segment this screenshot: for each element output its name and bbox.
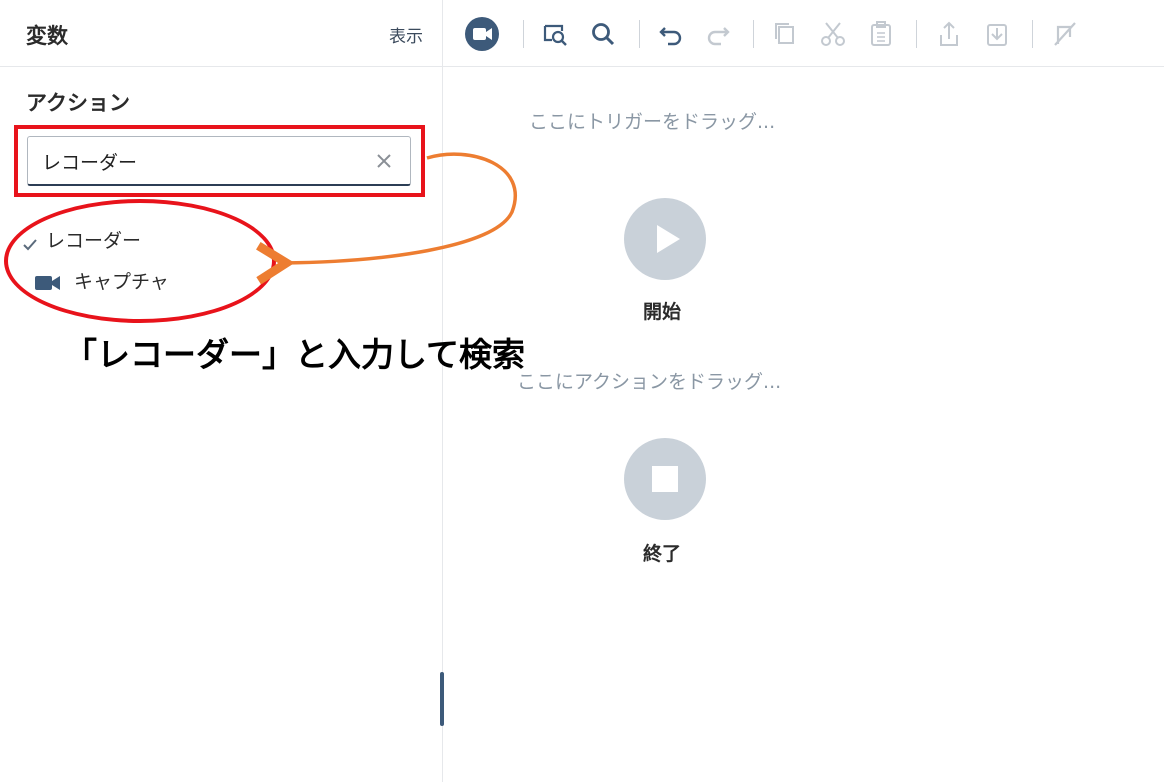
search-icon[interactable] bbox=[586, 17, 620, 51]
end-node[interactable] bbox=[624, 438, 706, 520]
toolbar-separator bbox=[639, 20, 640, 48]
toolbar-separator bbox=[523, 20, 524, 48]
actions-heading: アクション bbox=[26, 91, 130, 115]
highlight-ellipse bbox=[4, 199, 276, 323]
cut-icon[interactable] bbox=[816, 17, 850, 51]
redo-icon[interactable] bbox=[701, 17, 735, 51]
left-panel-header: 変数 表示 bbox=[0, 0, 442, 67]
left-panel: 変数 表示 アクション レコーダー レコーダー キャプチャ bbox=[0, 0, 444, 782]
action-drop-hint: ここにアクションをドラッグ... bbox=[517, 371, 782, 393]
record-icon[interactable] bbox=[465, 17, 499, 51]
export-icon[interactable] bbox=[932, 17, 966, 51]
annotation-caption: 「レコーダー」と入力して検索 bbox=[64, 335, 526, 374]
end-node-label: 終了 bbox=[643, 543, 682, 565]
find-element-icon[interactable] bbox=[538, 17, 572, 51]
view-link[interactable]: 表示 bbox=[389, 22, 423, 47]
toolbar bbox=[443, 0, 1164, 67]
highlight-rectangle bbox=[14, 125, 425, 197]
toolbar-separator bbox=[753, 20, 754, 48]
undo-icon[interactable] bbox=[654, 17, 688, 51]
panel-title: 変数 bbox=[26, 24, 68, 48]
start-node[interactable] bbox=[624, 198, 706, 280]
trigger-drop-hint: ここにトリガーをドラッグ... bbox=[529, 111, 776, 133]
paste-icon[interactable] bbox=[864, 17, 898, 51]
copy-icon[interactable] bbox=[769, 17, 803, 51]
app-window: 変数 表示 アクション レコーダー レコーダー キャプチャ 「レコーダー」と入力… bbox=[0, 0, 1164, 782]
stop-icon bbox=[652, 466, 678, 492]
flow-canvas[interactable]: ここにトリガーをドラッグ... 開始 ここにアクションをドラッグ... 終了 bbox=[443, 67, 1164, 782]
import-icon[interactable] bbox=[980, 17, 1014, 51]
disable-icon[interactable] bbox=[1048, 17, 1082, 51]
toolbar-separator bbox=[1032, 20, 1033, 48]
toolbar-separator bbox=[916, 20, 917, 48]
start-node-label: 開始 bbox=[643, 301, 682, 323]
play-icon bbox=[657, 225, 680, 253]
